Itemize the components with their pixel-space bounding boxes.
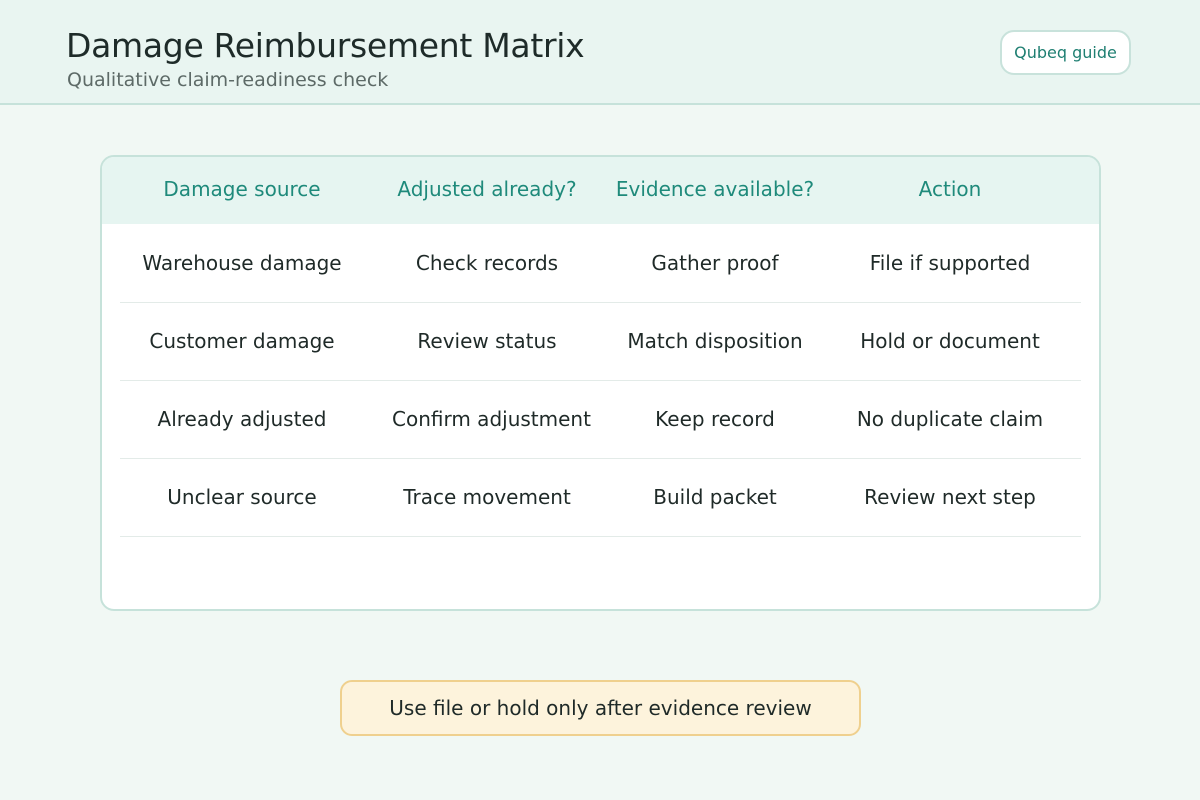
cell-action: Review next step xyxy=(864,485,1036,509)
column-header-action: Action xyxy=(918,177,982,201)
cell-adjusted-already: Review status xyxy=(417,329,557,353)
page-subtitle: Qualitative claim-readiness check xyxy=(67,69,389,91)
cell-evidence-available: Match disposition xyxy=(627,329,803,353)
page-header: Damage Reimbursement Matrix Qualitative … xyxy=(0,0,1200,105)
cell-adjusted-already: Trace movement xyxy=(403,485,571,509)
table-row: Warehouse damage Check records Gather pr… xyxy=(120,224,1081,303)
cell-damage-source: Warehouse damage xyxy=(142,251,342,275)
cell-damage-source: Already adjusted xyxy=(157,407,327,431)
guide-button[interactable]: Qubeq guide xyxy=(1000,30,1131,75)
table-row: Already adjusted Confirm adjustment Keep… xyxy=(120,380,1081,459)
cell-evidence-available: Keep record xyxy=(655,407,775,431)
cell-action: Hold or document xyxy=(860,329,1040,353)
cell-damage-source: Unclear source xyxy=(167,485,317,509)
column-header-damage-source: Damage source xyxy=(163,177,321,201)
matrix-header-row: Damage source Adjusted already? Evidence… xyxy=(102,157,1099,224)
evidence-note: Use file or hold only after evidence rev… xyxy=(340,680,861,736)
cell-action: No duplicate claim xyxy=(856,407,1044,431)
cell-action: File if supported xyxy=(869,251,1031,275)
cell-evidence-available: Build packet xyxy=(653,485,777,509)
table-row: Customer damage Review status Match disp… xyxy=(120,302,1081,381)
cell-evidence-available: Gather proof xyxy=(651,251,779,275)
column-header-evidence-available: Evidence available? xyxy=(615,177,815,201)
table-row: Unclear source Trace movement Build pack… xyxy=(120,458,1081,537)
column-header-adjusted-already: Adjusted already? xyxy=(397,177,577,201)
cell-adjusted-already: Check records xyxy=(415,251,559,275)
page-title: Damage Reimbursement Matrix xyxy=(66,26,585,65)
matrix-card: Damage source Adjusted already? Evidence… xyxy=(100,155,1101,611)
cell-damage-source: Customer damage xyxy=(149,329,335,353)
cell-adjusted-already: Confirm adjustment xyxy=(392,407,591,431)
